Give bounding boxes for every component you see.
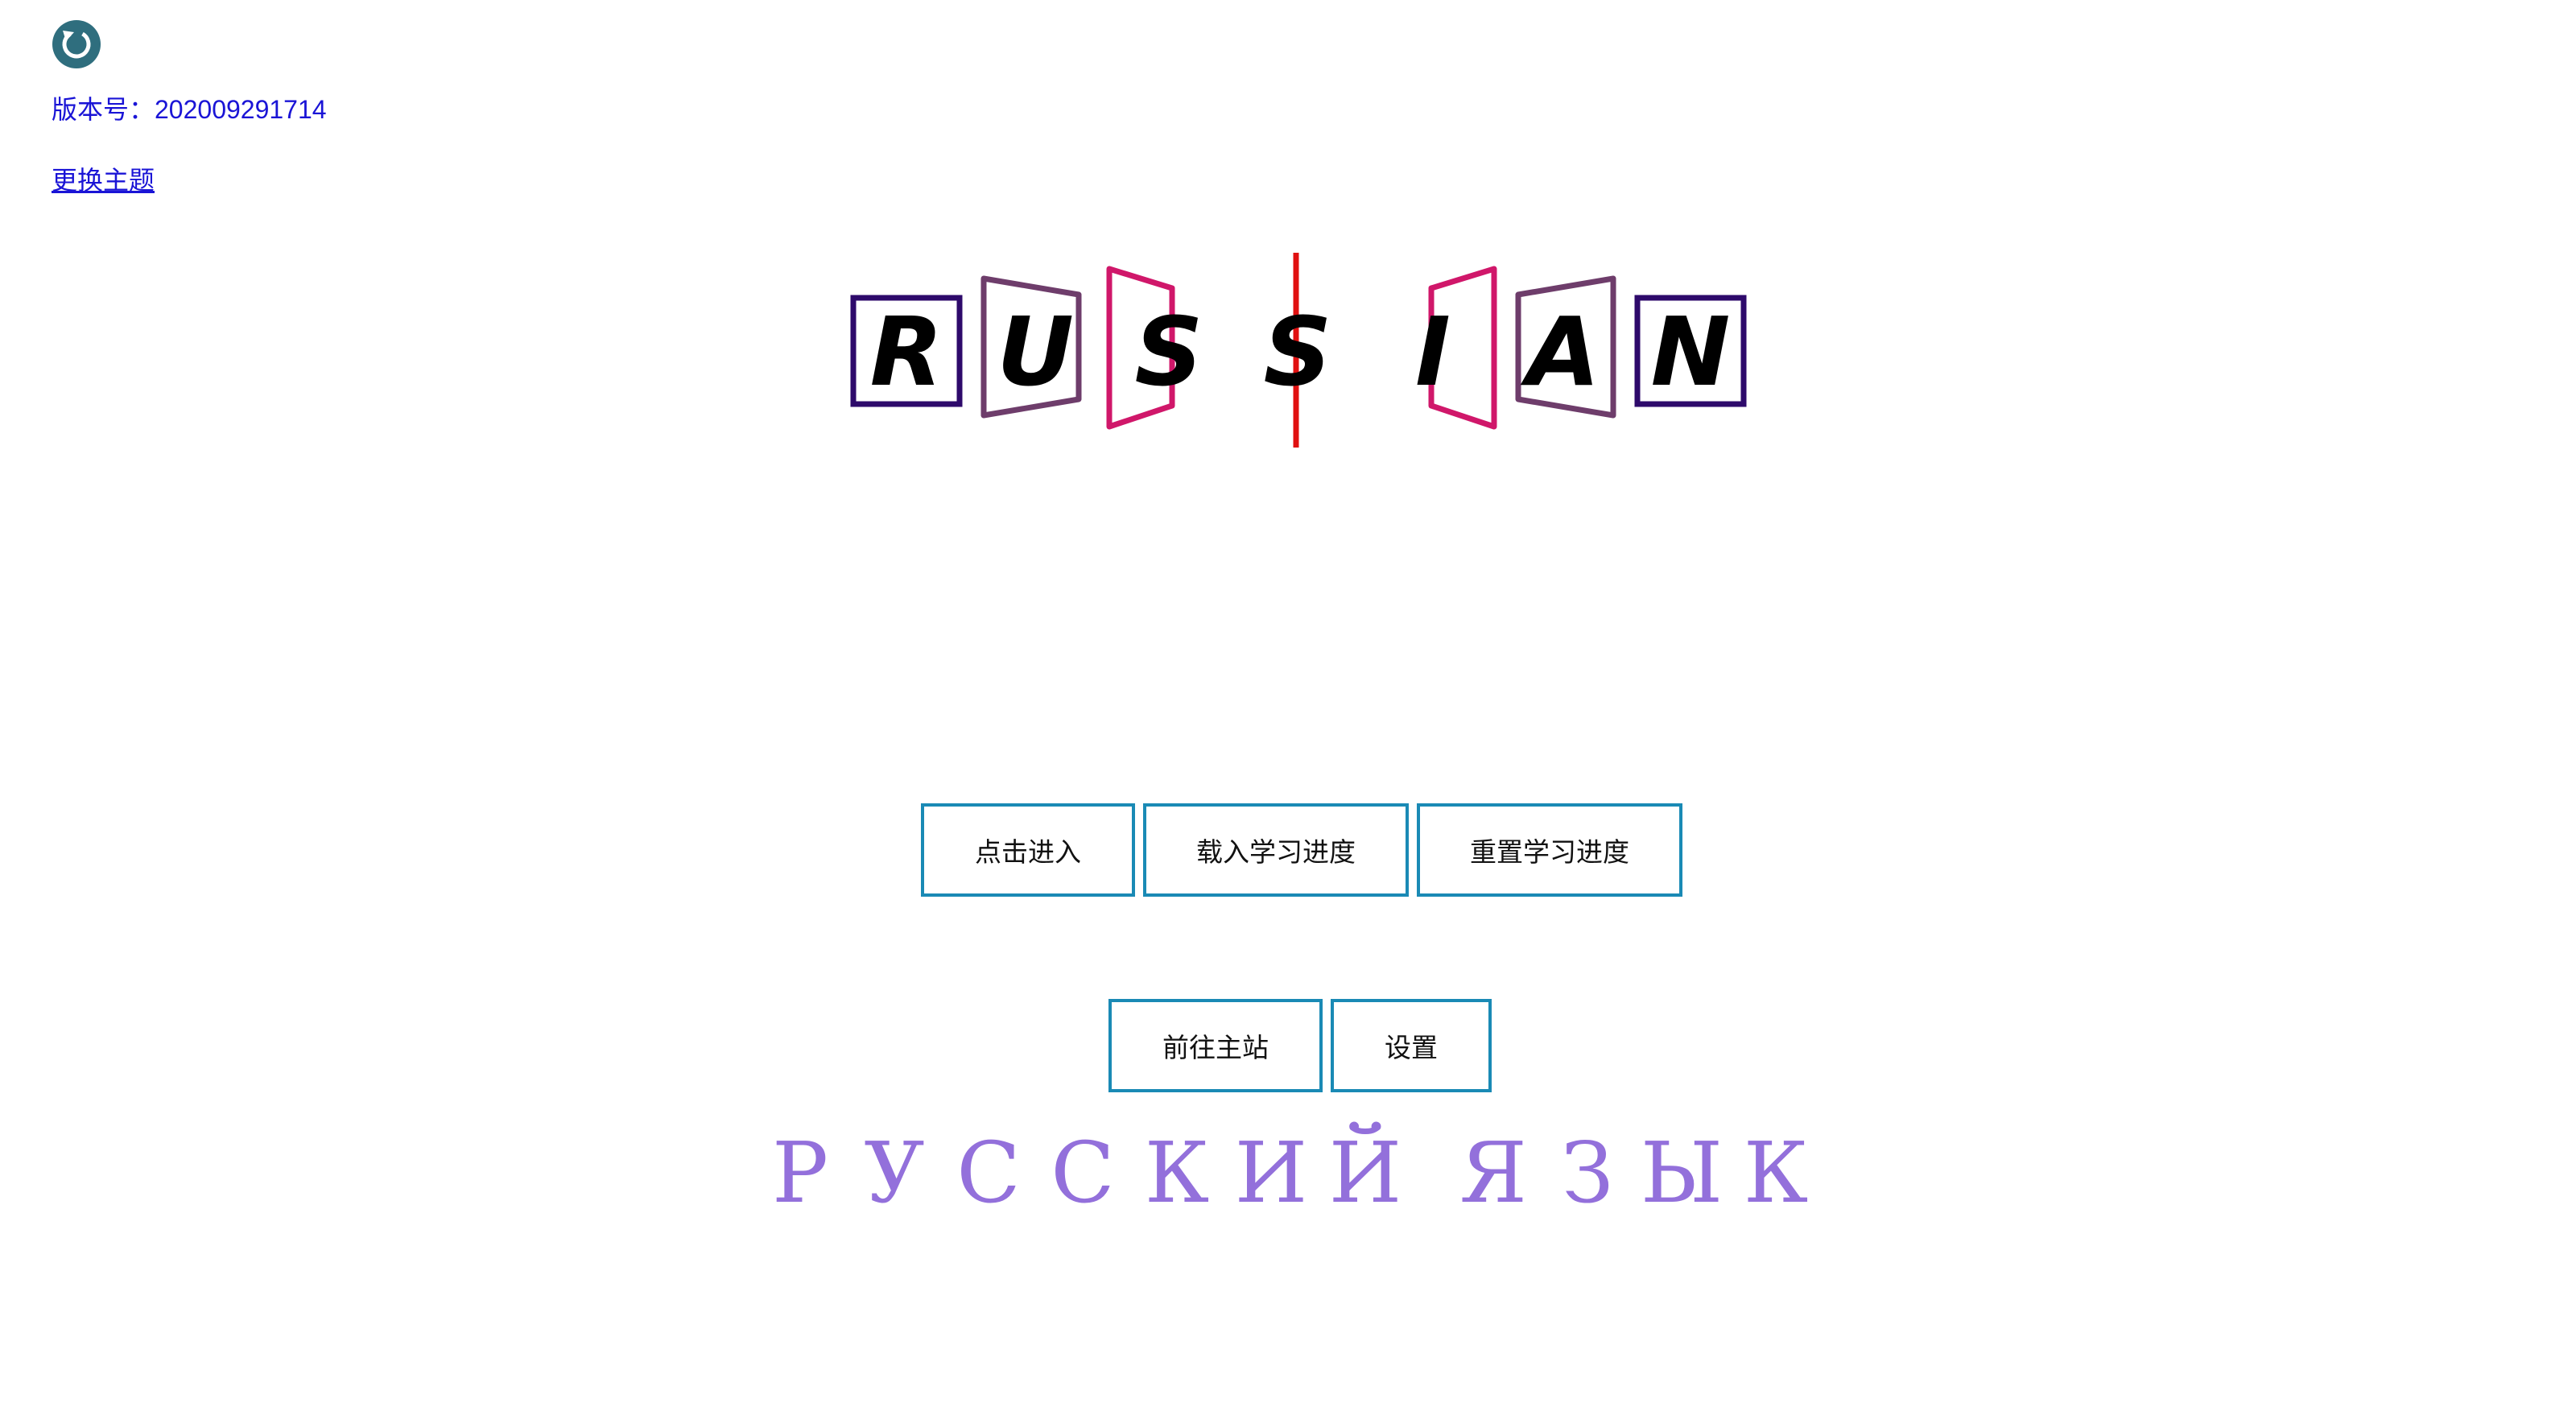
change-theme-link[interactable]: 更换主题 — [52, 163, 155, 198]
logo-letter-s2: S — [1264, 296, 1332, 407]
primary-button-row: 点击进入 载入学习进度 重置学习进度 — [921, 803, 1682, 897]
title-letter: С — [1051, 1124, 1115, 1222]
title-letter: И — [1234, 1124, 1308, 1222]
enter-button[interactable]: 点击进入 — [921, 803, 1135, 897]
title-letter: Я — [1459, 1124, 1527, 1222]
title-letter: С — [956, 1124, 1021, 1222]
logo-letter-i: I — [1415, 296, 1451, 407]
logo-letter-r: R — [870, 296, 943, 407]
title-letter: З — [1561, 1124, 1614, 1222]
main-site-button[interactable]: 前往主站 — [1108, 999, 1323, 1092]
logo-letter-n: N — [1651, 296, 1731, 407]
title-letter: К — [1743, 1124, 1809, 1222]
start-page: 版本号：202009291714 更换主题 R U S S I A N 点击进入… — [0, 0, 2576, 1403]
refresh-icon[interactable] — [52, 19, 101, 69]
title-letter: Й — [1328, 1124, 1402, 1222]
title-letter: Ы — [1640, 1124, 1724, 1222]
title-letter: У — [864, 1124, 925, 1222]
load-progress-button[interactable]: 载入学习进度 — [1143, 803, 1409, 897]
logo-letter-u: U — [997, 296, 1074, 407]
title-letter: Р — [772, 1124, 828, 1222]
reset-progress-button[interactable]: 重置学习进度 — [1417, 803, 1682, 897]
version-label: 版本号：202009291714 — [52, 95, 327, 124]
logo-letter-s1: S — [1135, 296, 1203, 407]
russian-language-title: РУССКИЙЯЗЫК — [0, 1120, 2576, 1225]
russian-logo: R U S S I A N — [837, 241, 1803, 467]
logo-letter-a: A — [1520, 296, 1600, 407]
title-letter: К — [1144, 1124, 1210, 1222]
settings-button[interactable]: 设置 — [1331, 999, 1492, 1092]
secondary-button-row: 前往主站 设置 — [1108, 999, 1492, 1092]
